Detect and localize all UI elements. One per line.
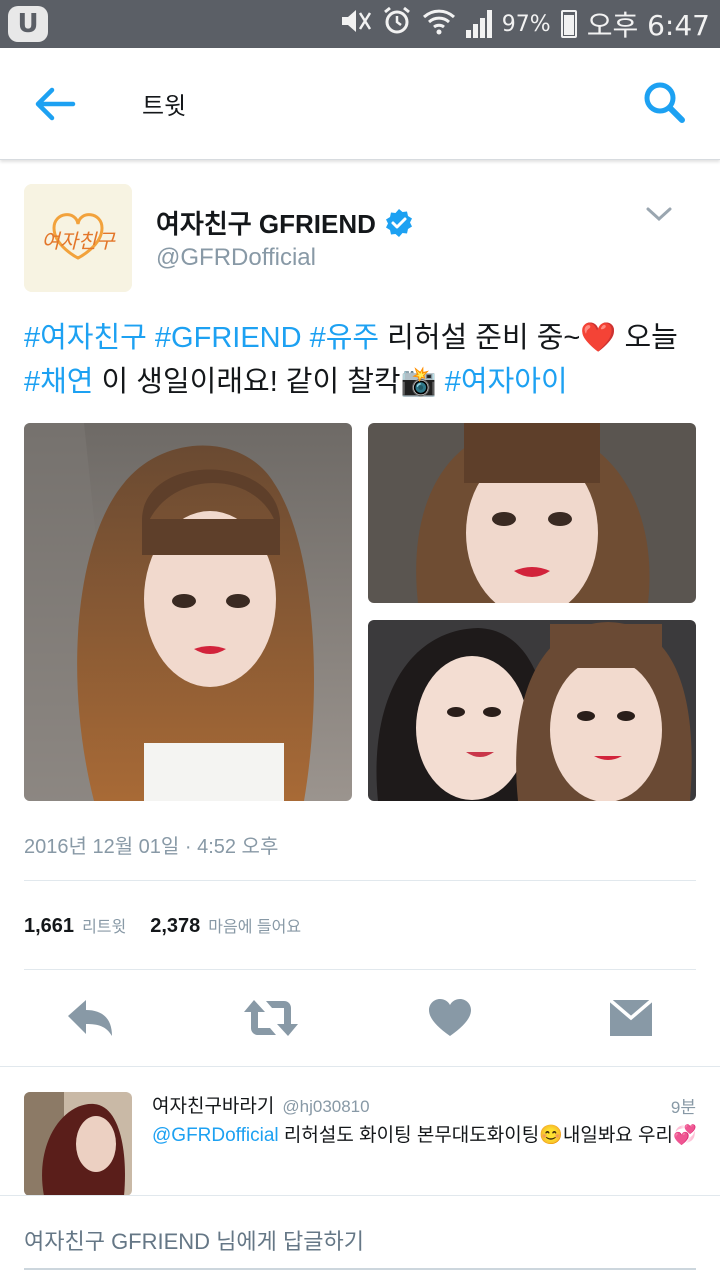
like-count[interactable]: 2,378: [150, 915, 200, 938]
tweet-photo[interactable]: [368, 620, 696, 801]
hashtag-link[interactable]: #여자아이: [445, 366, 568, 398]
reply-display-name[interactable]: 여자친구바라기: [152, 1096, 274, 1117]
avatar-logo-text: 여자친구: [41, 229, 116, 253]
tweet-photo[interactable]: [24, 423, 352, 801]
status-icons: 97% 오후 6:47: [338, 0, 710, 48]
back-arrow-icon: [35, 87, 76, 121]
tweet-text-segment: 이 생일이래요! 같이 찰칵📸: [93, 366, 445, 398]
clock: 오후 6:47: [586, 9, 710, 42]
battery-percent: 97%: [501, 11, 551, 37]
reply-text-body: 리허설도 화이팅 본무대도화이팅😊내일봐요 우리💞: [278, 1125, 697, 1146]
hashtag-link[interactable]: #채연: [24, 366, 94, 398]
retweet-button[interactable]: [244, 996, 298, 1040]
tweet-text: #여자친구 #GFRIEND #유주 리허설 준비 중~❤️ 오늘 #채연 이 생…: [24, 316, 704, 404]
reply-header: 여자친구바라기 @hj030810: [152, 1091, 370, 1118]
retweet-label[interactable]: 리트윗: [82, 913, 126, 937]
hashtag-link[interactable]: #GFRIEND: [155, 322, 302, 354]
reply-time: 9분: [670, 1098, 696, 1117]
mute-icon: [338, 7, 372, 42]
user-handle[interactable]: @GFRDofficial: [156, 244, 316, 272]
signal-icon: [465, 10, 492, 38]
direct-message-icon: [608, 998, 654, 1036]
carrier-logo-icon: U: [8, 6, 48, 42]
reply-avatar[interactable]: [24, 1092, 132, 1196]
app-header: 트윗: [0, 48, 720, 160]
reply-icon: [68, 1000, 112, 1036]
wifi-icon: [422, 7, 456, 42]
tweet-photo[interactable]: [368, 423, 696, 603]
divider: [24, 880, 696, 881]
page-title: 트윗: [142, 92, 187, 120]
hashtag-link[interactable]: #여자친구: [24, 322, 147, 354]
search-button[interactable]: [640, 78, 690, 128]
input-underline: [24, 1268, 696, 1270]
divider: [24, 969, 696, 970]
user-name-row[interactable]: 여자친구 GFRIEND: [156, 204, 414, 241]
chevron-down-icon: [646, 207, 672, 222]
like-button[interactable]: [428, 996, 472, 1040]
tweet-text-space: [302, 322, 310, 354]
display-name[interactable]: 여자친구 GFRIEND: [156, 204, 376, 241]
battery-icon: [560, 10, 577, 38]
heart-icon: [429, 999, 471, 1036]
tweet-menu-button[interactable]: [644, 204, 674, 224]
hashtag-link[interactable]: #유주: [310, 322, 380, 354]
tweet-stats: 1,661 리트윗 2,378 마음에 들어요: [24, 913, 325, 938]
divider: [0, 1066, 720, 1067]
reply-compose-bar[interactable]: 여자친구 GFRIEND 님에게 답글하기: [0, 1195, 720, 1280]
reply-button[interactable]: [66, 996, 114, 1040]
tweet-text-space: [147, 322, 155, 354]
reply-handle[interactable]: @hj030810: [282, 1097, 369, 1116]
back-button[interactable]: [30, 82, 80, 126]
avatar[interactable]: 여자친구: [24, 184, 132, 292]
status-bar: U 97% 오후 6:47: [0, 0, 720, 48]
retweet-count[interactable]: 1,661: [24, 915, 74, 938]
search-icon: [644, 82, 685, 123]
tweet-timestamp: 2016년 12월 01일 · 4:52 오후: [24, 836, 279, 858]
verified-icon: [385, 208, 412, 237]
tweet-text-segment: 리허설 준비 중~❤️ 오늘: [379, 322, 678, 354]
mention-link[interactable]: @GFRDofficial: [152, 1125, 279, 1146]
alarm-icon: [382, 6, 412, 43]
retweet-icon: [244, 1000, 298, 1036]
reply-input[interactable]: 여자친구 GFRIEND 님에게 답글하기: [24, 1224, 364, 1256]
like-label[interactable]: 마음에 들어요: [208, 913, 301, 937]
reply-text: @GFRDofficial 리허설도 화이팅 본무대도화이팅😊내일봐요 우리💞: [152, 1120, 702, 1147]
direct-message-button[interactable]: [608, 996, 654, 1040]
